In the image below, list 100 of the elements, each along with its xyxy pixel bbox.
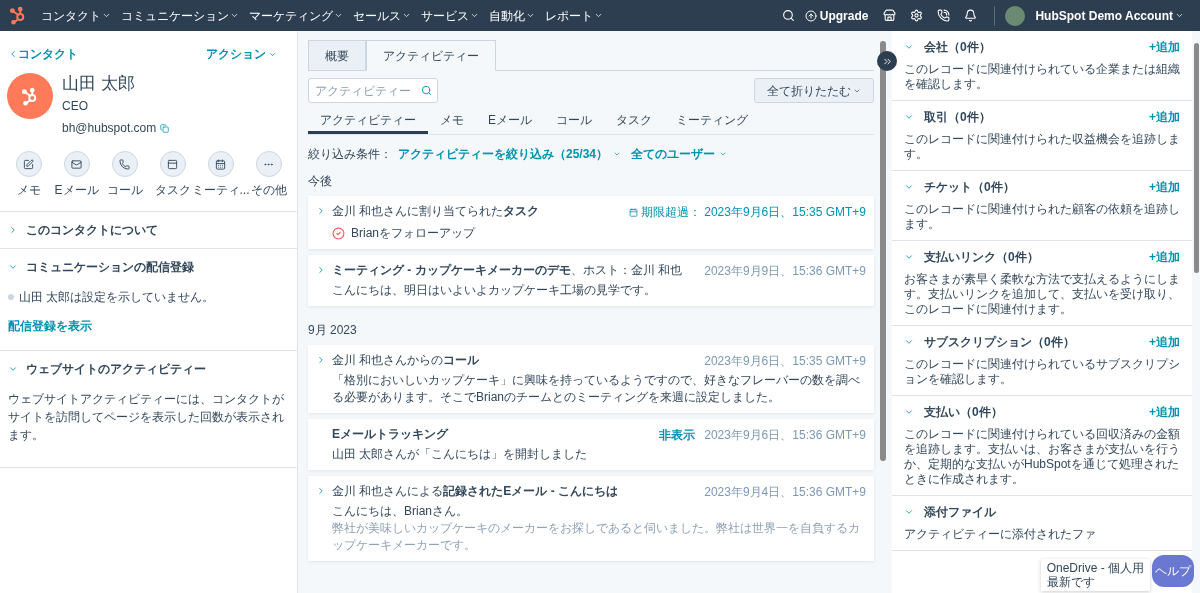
- timeline-group-heading: 今後: [308, 173, 333, 190]
- section-toggle[interactable]: ウェブサイトのアクティビティー: [8, 360, 206, 378]
- subscription-status: 山田 太郎は設定を示していません。: [19, 289, 215, 306]
- quick-action-button[interactable]: [159, 151, 186, 177]
- section-toggle[interactable]: サブスクリプション（0件）: [904, 333, 1075, 351]
- nav-menu-item[interactable]: コンタクト: [36, 6, 116, 25]
- chevron-right-icon: [8, 225, 18, 235]
- sprocket-logo-icon: [21, 86, 39, 106]
- contact-name: 山田 太郎: [62, 73, 136, 95]
- nav-menu-item[interactable]: マーケティング: [244, 6, 348, 25]
- section-toggle[interactable]: チケット（0件）: [904, 178, 1015, 196]
- activity-body: 山田 太郎さんが「こんにちは」を開封しました: [332, 446, 589, 463]
- add-link[interactable]: +追加: [1149, 333, 1180, 351]
- section-toggle[interactable]: 添付ファイル: [904, 503, 996, 521]
- filter-tab[interactable]: ミーティング: [664, 108, 760, 134]
- caret-icon: [613, 150, 622, 158]
- chevron-left-icon: [8, 49, 18, 59]
- add-link[interactable]: +追加: [1149, 108, 1180, 126]
- add-link[interactable]: +追加: [1149, 38, 1180, 56]
- chevron-down-icon: [8, 262, 18, 272]
- nav-menu-item[interactable]: コミュニケーション: [116, 6, 244, 25]
- section-toggle[interactable]: 会社（0件）: [904, 38, 991, 56]
- filter-tab[interactable]: メモ: [428, 108, 476, 134]
- chevron-right-icon[interactable]: [316, 206, 326, 216]
- account-menu[interactable]: HubSpot Demo Account: [1035, 6, 1184, 25]
- section-toggle[interactable]: 支払いリンク（0件）: [904, 248, 1039, 266]
- back-link[interactable]: コンタクト: [8, 45, 78, 63]
- caret-icon: [402, 11, 411, 20]
- quick-action-label: Eメール: [54, 182, 99, 199]
- bell-icon[interactable]: [964, 9, 978, 22]
- section-description: このレコードに関連付けられている企業または組織を確認します。: [904, 62, 1181, 92]
- section-description: このレコードに関連付けられた収益機会を追跡します。: [904, 132, 1181, 162]
- filter-tab[interactable]: Eメール: [476, 108, 544, 134]
- add-link[interactable]: +追加: [1149, 403, 1180, 421]
- upload-icon: [804, 9, 817, 22]
- tab[interactable]: アクティビティー: [366, 40, 496, 71]
- add-link[interactable]: +追加: [1149, 178, 1180, 196]
- section-toggle[interactable]: 取引（0件）: [904, 108, 991, 126]
- filter-tab[interactable]: アクティビティー: [308, 108, 428, 134]
- caret-icon: [102, 11, 111, 20]
- activity-body: こんにちは、明日はいよいよカップケーキ工場の見学です。: [332, 282, 657, 299]
- store-icon[interactable]: [883, 9, 897, 22]
- section-description: お客さまが素早く柔軟な方法で支払えるようにします。支払いリンクを追加して、支払いを受け取り、このレコードに関連付けます。: [904, 272, 1181, 317]
- quick-action-label: メモ: [16, 182, 41, 199]
- section-description: このレコードに関連付けられているサブスクリプションを確認します。: [904, 357, 1181, 387]
- chevron-right-icon[interactable]: [316, 486, 326, 496]
- envelope-icon: [71, 158, 82, 170]
- chevron-down-icon: [904, 182, 914, 192]
- caret-icon: [334, 11, 343, 20]
- chevron-right-icon[interactable]: [316, 355, 326, 365]
- add-link[interactable]: +追加: [1149, 248, 1180, 266]
- toast-title: OneDrive - 個人用: [1046, 561, 1144, 575]
- pencil-icon: [23, 158, 34, 170]
- tab[interactable]: 概要: [308, 40, 366, 71]
- search-icon[interactable]: [781, 9, 795, 22]
- caret-icon: [470, 11, 479, 20]
- actions-menu-button[interactable]: アクション: [206, 45, 277, 63]
- section-description: このレコードに関連付けられた顧客の依頼を追跡します。: [904, 202, 1181, 232]
- task-check-circle-icon[interactable]: [332, 226, 345, 240]
- chevron-right-icon[interactable]: [316, 265, 326, 275]
- quick-action-label: ミーティ...: [191, 182, 250, 199]
- section-toggle[interactable]: コミュニケーションの配信登録: [8, 258, 194, 276]
- filter-label: 絞り込み条件：: [308, 146, 392, 163]
- quick-action-label: タスク: [154, 182, 191, 199]
- view-subscriptions-link[interactable]: 配信登録を表示: [8, 317, 289, 335]
- quick-action-button[interactable]: [207, 151, 234, 177]
- activity-title: 金川 和也さんに割り当てられたタスク: [332, 203, 540, 219]
- nav-menu-item[interactable]: レポート: [540, 6, 608, 25]
- activity-filter-dropdown[interactable]: アクティビティーを絞り込み（25/34）: [398, 145, 622, 163]
- chevron-down-icon: [904, 42, 914, 52]
- help-button[interactable]: ヘルプ: [1152, 555, 1194, 587]
- phone-icon[interactable]: [937, 9, 951, 22]
- settings-icon[interactable]: [910, 9, 924, 22]
- caret-icon: [526, 11, 535, 20]
- section-toggle[interactable]: 支払い（0件）: [904, 403, 1003, 421]
- chevron-down-icon: [904, 507, 914, 517]
- scrollbar[interactable]: [880, 41, 886, 461]
- activity-title: Eメールトラッキング: [332, 426, 448, 442]
- nav-menu-item[interactable]: セールス: [348, 6, 416, 25]
- hide-link[interactable]: 非表示: [659, 426, 696, 444]
- toast-message: 最新です: [1046, 575, 1096, 589]
- section-description: ウェブサイトアクティビティーには、コンタクトがサイトを訪問してページを表示した回数が表示されます。: [8, 391, 285, 444]
- contact-job-title: CEO: [62, 98, 89, 115]
- section-toggle[interactable]: このコンタクトについて: [8, 221, 158, 239]
- copy-icon[interactable]: [160, 123, 170, 133]
- filter-tab[interactable]: コール: [544, 108, 604, 134]
- collapse-all-button[interactable]: 全て折りたたむ: [754, 78, 874, 103]
- quick-action-button[interactable]: [63, 151, 90, 177]
- calendar-icon: [215, 158, 226, 170]
- quick-action-button[interactable]: [15, 151, 42, 177]
- activity-title: 金川 和也さんからのコール: [332, 352, 480, 368]
- nav-menu-item[interactable]: サービス: [416, 6, 484, 25]
- filter-tab[interactable]: タスク: [604, 108, 664, 134]
- scrollbar[interactable]: [1194, 43, 1199, 273]
- upgrade-button[interactable]: Upgrade: [804, 6, 869, 25]
- window-icon: [167, 158, 178, 170]
- nav-menu-item[interactable]: 自動化: [484, 6, 540, 25]
- search-field[interactable]: アクティビティー: [308, 78, 438, 103]
- collapse-sidebar-button[interactable]: [877, 51, 897, 71]
- quick-action-button[interactable]: [111, 151, 138, 177]
